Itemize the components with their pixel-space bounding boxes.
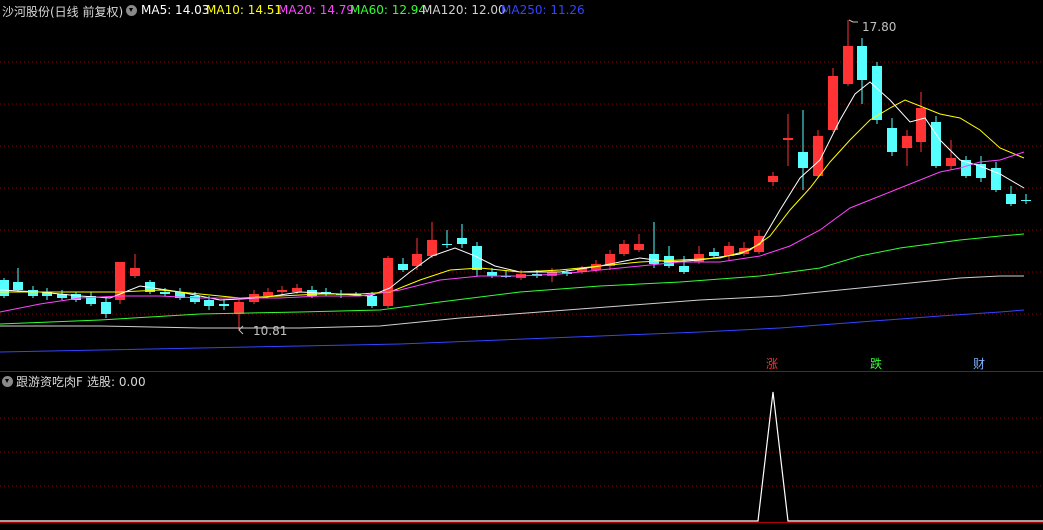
candle-body bbox=[277, 290, 287, 292]
candle-body bbox=[634, 244, 644, 250]
candle-body bbox=[946, 158, 956, 166]
candle-body bbox=[292, 288, 302, 292]
stock-title[interactable]: 沙河股份(日线 前复权) bbox=[2, 3, 123, 20]
candle-body bbox=[783, 138, 793, 140]
dropdown-circle-icon[interactable] bbox=[126, 5, 137, 16]
candle-body bbox=[828, 76, 838, 130]
candle-body bbox=[709, 252, 719, 256]
candle-body bbox=[219, 304, 229, 306]
candle-body bbox=[190, 296, 200, 302]
ma20-label: MA20: 14.79 bbox=[278, 3, 355, 17]
candle-body bbox=[916, 108, 926, 142]
cai-badge[interactable]: 财 bbox=[972, 357, 986, 371]
candle-body bbox=[0, 280, 9, 296]
candle-body bbox=[487, 272, 497, 276]
candle-body bbox=[887, 128, 897, 152]
indicator-circle-icon[interactable] bbox=[2, 376, 13, 387]
candle-body bbox=[204, 300, 214, 306]
indicator-value: 选股: 0.00 bbox=[87, 375, 146, 389]
candle-body bbox=[798, 152, 808, 168]
high-marker bbox=[848, 19, 858, 23]
ma60-label: MA60: 12.94 bbox=[350, 3, 427, 17]
candle-body bbox=[872, 66, 882, 120]
candle-body bbox=[768, 176, 778, 182]
candle-body bbox=[130, 268, 140, 276]
indicator-title[interactable]: 跟游资吃肉F bbox=[16, 373, 83, 390]
candle-body bbox=[13, 282, 23, 290]
low-label: 10.81 bbox=[253, 324, 287, 338]
zhang-badge[interactable]: 涨 bbox=[765, 357, 779, 371]
chart-header: 沙河股份(日线 前复权) MA5: 14.03 MA10: 14.51 MA20… bbox=[0, 0, 1043, 20]
candle-body bbox=[383, 258, 393, 306]
candle-body bbox=[1021, 200, 1031, 201]
candle-body bbox=[101, 302, 111, 314]
ma120-label: MA120: 12.00 bbox=[422, 3, 506, 17]
candle-body bbox=[427, 240, 437, 256]
die-badge[interactable]: 跌 bbox=[869, 357, 883, 371]
low-marker bbox=[238, 325, 244, 335]
ma10-label: MA10: 14.51 bbox=[206, 3, 283, 17]
candle-body bbox=[902, 136, 912, 148]
candle-body bbox=[263, 292, 273, 296]
ma10-line bbox=[0, 99, 1025, 299]
candle-body bbox=[619, 244, 629, 254]
candle-body bbox=[398, 264, 408, 270]
candle-body bbox=[234, 302, 244, 314]
ma60-line bbox=[0, 233, 1025, 325]
ma250-label: MA250: 11.26 bbox=[501, 3, 585, 17]
candle-body bbox=[442, 244, 452, 245]
candle-body bbox=[679, 266, 689, 272]
candle-body bbox=[857, 46, 867, 80]
ma5-line bbox=[0, 81, 1025, 301]
indicator-line bbox=[0, 391, 1043, 522]
high-label: 17.80 bbox=[862, 20, 896, 34]
candle-body bbox=[472, 246, 482, 270]
candle-body bbox=[160, 292, 170, 294]
candle-body bbox=[843, 46, 853, 84]
candle-body bbox=[28, 290, 38, 296]
ma5-label: MA5: 14.03 bbox=[141, 3, 210, 17]
candle-body bbox=[367, 296, 377, 306]
candle-body bbox=[457, 238, 467, 244]
candlestick-chart[interactable]: 17.80 10.81 bbox=[0, 0, 1043, 530]
candle-body bbox=[1006, 194, 1016, 204]
